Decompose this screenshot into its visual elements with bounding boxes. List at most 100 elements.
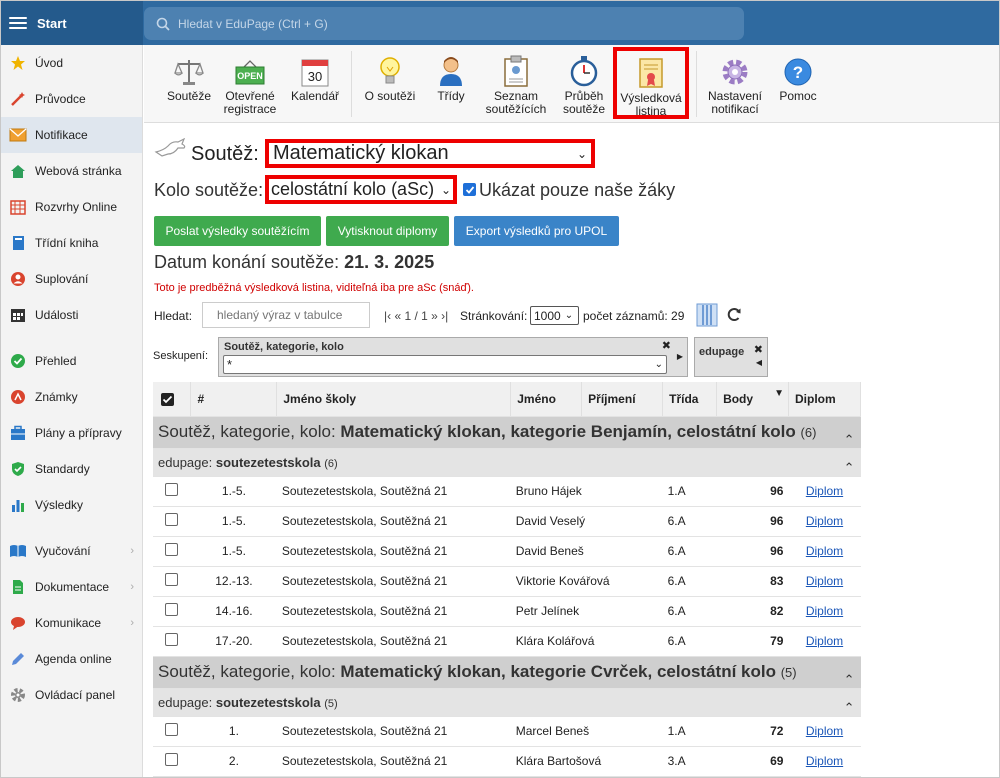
collapse-icon[interactable]: ⌃ [844, 672, 855, 688]
diploma-link[interactable]: Diplom [806, 634, 843, 648]
row-checkbox[interactable] [165, 513, 179, 526]
grouping-field-1[interactable]: Soutěž, kategorie, kolo ✖ ▶ * ⌄ [218, 337, 688, 377]
toolbar-pomoc[interactable]: ? Pomoc [774, 45, 822, 123]
group-header[interactable]: Soutěž, kategorie, kolo: Matematický klo… [153, 416, 861, 449]
table-row[interactable]: 14.-16. Soutezetestskola, Soutěžná 21 Pe… [153, 596, 861, 627]
toolbar-vysledkova-listina[interactable]: Výsledková listina [613, 47, 689, 119]
sidebar-item-15[interactable]: Dokumentace › [1, 569, 142, 605]
arrow-left-icon[interactable]: ◀ [756, 358, 762, 367]
sidebar-item-2[interactable]: Průvodce [1, 81, 142, 117]
sidebar-item-16[interactable]: Komunikace › [1, 605, 142, 641]
grouping-field-2[interactable]: edupage ✖ ◀ [694, 337, 768, 377]
table-search-input[interactable] [202, 302, 370, 328]
global-search-input[interactable] [178, 16, 698, 31]
toolbar-tridy[interactable]: Třídy [426, 45, 476, 123]
collapse-icon[interactable]: ⌃ [844, 700, 855, 716]
arrow-right-icon[interactable]: ▶ [677, 352, 683, 361]
sidebar-item-10[interactable]: Známky [1, 379, 142, 415]
print-diplomas-button[interactable]: Vytisknout diplomy [326, 216, 449, 246]
star-icon [9, 54, 27, 72]
table-row[interactable]: 1.-5. Soutezetestskola, Soutěžná 21 Davi… [153, 506, 861, 537]
row-checkbox[interactable] [165, 753, 179, 766]
pager[interactable]: |‹ « 1 / 1 » ›| [384, 309, 448, 323]
diploma-link[interactable]: Diplom [806, 604, 843, 618]
column-header-points[interactable]: Body ▼ [716, 382, 789, 417]
send-results-button[interactable]: Poslat výsledky soutěžícím [154, 216, 321, 246]
collapse-icon[interactable]: ⌃ [844, 432, 855, 448]
paging-select-value: 1000 [534, 308, 561, 323]
column-header-rank[interactable]: # [190, 382, 278, 417]
group-header-title: Matematický klokan, kategorie Cvrček, ce… [340, 662, 776, 681]
sidebar-item-14[interactable]: Vyučování › [1, 533, 142, 569]
table-row[interactable]: 2. Soutezetestskola, Soutěžná 21 Klára B… [153, 746, 861, 777]
export-upol-button[interactable]: Export výsledků pro UPOL [454, 216, 619, 246]
sidebar-item-13[interactable]: Výsledky [1, 487, 142, 523]
sidebar-item-6[interactable]: Třídní kniha [1, 225, 142, 261]
diploma-link[interactable]: Diplom [806, 484, 843, 498]
sidebar-item-5[interactable]: Rozvrhy Online [1, 189, 142, 225]
competition-select[interactable]: Matematický klokan ⌄ [265, 139, 595, 168]
sidebar-item-9[interactable]: Přehled [1, 343, 142, 379]
sidebar-item-7[interactable]: Suplování [1, 261, 142, 297]
toolbar-seznam-soutezicich[interactable]: Seznam soutěžících [482, 45, 550, 123]
diploma-link[interactable]: Diplom [806, 544, 843, 558]
start-menu-button[interactable]: Start [1, 1, 143, 45]
sidebar-item-17[interactable]: Agenda online [1, 641, 142, 677]
column-header-class[interactable]: Třída [662, 382, 718, 417]
only-ours-label: Ukázat pouze naše žáky [479, 180, 676, 200]
collapse-icon[interactable]: ⌃ [844, 460, 855, 476]
column-header-first-name[interactable]: Jméno [510, 382, 583, 417]
sidebar-item-4[interactable]: Webová stránka [1, 153, 142, 189]
chevron-down-icon: ⌄ [576, 146, 587, 161]
sidebar-item-18[interactable]: Ovládací panel [1, 677, 142, 713]
lightbulb-icon [378, 55, 402, 87]
toolbar-kalendar[interactable]: 30 Kalendář [288, 45, 342, 123]
toolbar-nastaveni-notifikaci[interactable]: Nastavení notifikací [702, 45, 768, 123]
toolbar-prubeh-souteze[interactable]: Průběh soutěže [556, 45, 612, 123]
row-checkbox[interactable] [165, 603, 179, 616]
columns-icon[interactable] [696, 303, 718, 327]
diploma-link[interactable]: Diplom [806, 514, 843, 528]
table-row[interactable]: 1.-5. Soutezetestskola, Soutěžná 21 Brun… [153, 476, 861, 507]
close-icon[interactable]: ✖ [662, 339, 671, 352]
row-checkbox[interactable] [165, 723, 179, 736]
toolbar-souteze[interactable]: Soutěže [162, 45, 216, 123]
sidebar-item-8[interactable]: Události [1, 297, 142, 333]
round-select[interactable]: celostátní kolo (aSc) ⌄ [265, 175, 457, 204]
diploma-link[interactable]: Diplom [806, 724, 843, 738]
row-checkbox[interactable] [165, 573, 179, 586]
paging-select[interactable]: 1000 ⌄ [530, 306, 579, 325]
refresh-icon[interactable] [727, 307, 742, 322]
cell-school: Soutezetestskola, Soutěžná 21 [276, 506, 511, 537]
global-search[interactable] [144, 7, 744, 40]
select-all-checkbox[interactable] [153, 382, 192, 417]
row-checkbox[interactable] [165, 483, 179, 496]
grouping-field-1-select[interactable]: * ⌄ [223, 355, 667, 374]
sidebar-item-3[interactable]: Notifikace [1, 117, 142, 153]
row-checkbox[interactable] [165, 633, 179, 646]
close-icon[interactable]: ✖ [754, 343, 763, 356]
column-header-last-name[interactable]: Příjmení [581, 382, 664, 417]
diploma-link[interactable]: Diplom [806, 754, 843, 768]
column-header-school[interactable]: Jméno školy [276, 382, 512, 417]
toolbar-o-soutezi[interactable]: O soutěži [362, 45, 418, 123]
sidebar-item-12[interactable]: Standardy [1, 451, 142, 487]
toolbar-otevrene-registrace[interactable]: OPEN Otevřené registrace [220, 45, 280, 123]
sidebar-item-1[interactable]: Úvod [1, 45, 142, 81]
column-header-diploma[interactable]: Diplom [788, 382, 862, 417]
table-row[interactable]: 12.-13. Soutezetestskola, Soutěžná 21 Vi… [153, 566, 861, 597]
only-ours-checkbox[interactable] [463, 183, 476, 196]
calendar-icon [9, 306, 27, 324]
subgroup-header[interactable]: edupage: soutezetestskola (5) ⌃ [153, 688, 861, 717]
table-row[interactable]: 1.-5. Soutezetestskola, Soutěžná 21 Davi… [153, 536, 861, 567]
table-row[interactable]: 1. Soutezetestskola, Soutěžná 21 Marcel … [153, 716, 861, 747]
group-header[interactable]: Soutěž, kategorie, kolo: Matematický klo… [153, 656, 861, 689]
diploma-link[interactable]: Diplom [806, 574, 843, 588]
subgroup-header[interactable]: edupage: soutezetestskola (6) ⌃ [153, 448, 861, 477]
table-row[interactable]: 17.-20. Soutezetestskola, Soutěžná 21 Kl… [153, 626, 861, 657]
check-circle-icon [9, 352, 27, 370]
sidebar-item-11[interactable]: Plány a přípravy [1, 415, 142, 451]
row-checkbox[interactable] [165, 543, 179, 556]
sidebar-item-label: Známky [35, 390, 78, 404]
sidebar-item-label: Třídní kniha [35, 236, 99, 250]
